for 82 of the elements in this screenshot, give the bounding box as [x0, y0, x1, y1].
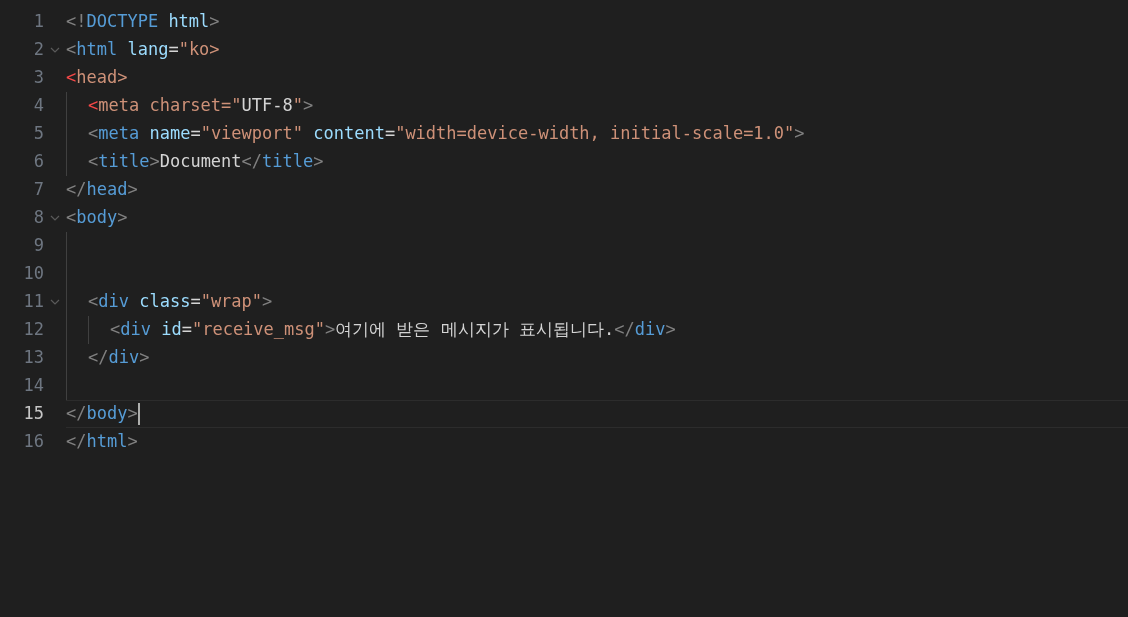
attribute-name: name: [148, 122, 191, 146]
line-number: 2: [32, 38, 44, 62]
code-text: =: [190, 290, 201, 314]
attribute-name: content: [312, 122, 385, 146]
code-text: =: [168, 38, 179, 62]
string-literal: ": [292, 94, 303, 118]
line-number: 13: [22, 346, 44, 370]
line-number: 6: [32, 150, 44, 174]
tag-bracket: <: [66, 38, 77, 62]
line-number: 7: [32, 178, 44, 202]
tag-name: div: [98, 290, 129, 314]
tag-name: html: [76, 38, 118, 62]
tag-name: body: [86, 402, 128, 426]
tag-bracket: <: [88, 290, 99, 314]
tag-bracket: >: [127, 430, 138, 454]
attribute-name: html: [167, 10, 210, 34]
attribute-name: lang: [126, 38, 169, 62]
tag-name: div: [108, 346, 140, 370]
string-literal: "viewport": [200, 122, 303, 146]
tag-bracket: >: [262, 290, 273, 314]
code-text: =: [190, 122, 201, 146]
chevron-down-icon[interactable]: [50, 47, 60, 53]
tag-name: body: [76, 206, 118, 230]
line-number: 14: [22, 374, 44, 398]
line-number: 1: [32, 10, 44, 34]
tag-bracket: >: [139, 346, 150, 370]
tag-name: title: [98, 150, 150, 174]
code-text: =: [384, 122, 396, 146]
tag-bracket: </: [66, 430, 87, 454]
line-number: 12: [22, 318, 44, 342]
tag-bracket: >: [303, 94, 314, 118]
code-text: =: [181, 318, 192, 342]
string-literal: "width=device-width, initial-scale=1.0": [395, 122, 795, 146]
tag-bracket: </: [614, 318, 635, 342]
tag-bracket: <: [66, 206, 77, 230]
string-literal: head>: [76, 66, 128, 90]
tag-bracket: </: [241, 150, 263, 174]
tag-bracket: >: [325, 318, 336, 342]
line-number: 15: [22, 402, 44, 426]
tag-name: title: [262, 150, 314, 174]
tag-bracket: >: [127, 402, 138, 426]
tag-name: meta: [98, 122, 140, 146]
code-text: UTF-8: [241, 94, 293, 118]
line-number: 9: [32, 234, 44, 258]
tag-bracket: <: [88, 150, 99, 174]
code-text: Document: [159, 150, 242, 174]
line-number: 16: [22, 430, 44, 454]
line-number: 11: [22, 290, 44, 314]
tag-bracket: >: [117, 206, 128, 230]
tag-bracket: <: [110, 318, 121, 342]
tag-bracket: >: [149, 150, 160, 174]
tag-bracket: >: [794, 122, 805, 146]
line-number: 4: [32, 94, 44, 118]
tag-bracket: <!: [66, 10, 87, 34]
code-text: 여기에 받은 메시지가 표시됩니다.: [335, 318, 615, 342]
chevron-down-icon[interactable]: [50, 299, 60, 305]
string-literal: "wrap": [200, 290, 263, 314]
line-number: 3: [32, 66, 44, 90]
tag-bracket: </: [88, 346, 109, 370]
tag-name: html: [86, 430, 128, 454]
string-literal: "ko>: [178, 38, 220, 62]
tag-bracket: >: [313, 150, 324, 174]
tag-name: DOCTYPE: [86, 10, 159, 34]
line-number: 5: [32, 122, 44, 146]
attribute-name: id: [160, 318, 182, 342]
string-literal: meta charset=": [98, 94, 242, 118]
tag-name: div: [634, 318, 666, 342]
tag-bracket: </: [66, 178, 87, 202]
tag-bracket: >: [209, 10, 220, 34]
string-literal: "receive_msg": [191, 318, 325, 342]
error-bracket: <: [88, 94, 99, 118]
line-number: 10: [22, 262, 44, 286]
tag-name: head: [86, 178, 128, 202]
tag-name: div: [120, 318, 151, 342]
tag-bracket: </: [66, 402, 87, 426]
attribute-name: class: [138, 290, 191, 314]
tag-bracket: >: [127, 178, 138, 202]
error-bracket: <: [66, 66, 77, 90]
chevron-down-icon[interactable]: [50, 215, 60, 221]
line-number: 8: [32, 206, 44, 230]
tag-bracket: <: [88, 122, 99, 146]
tag-bracket: >: [665, 318, 676, 342]
